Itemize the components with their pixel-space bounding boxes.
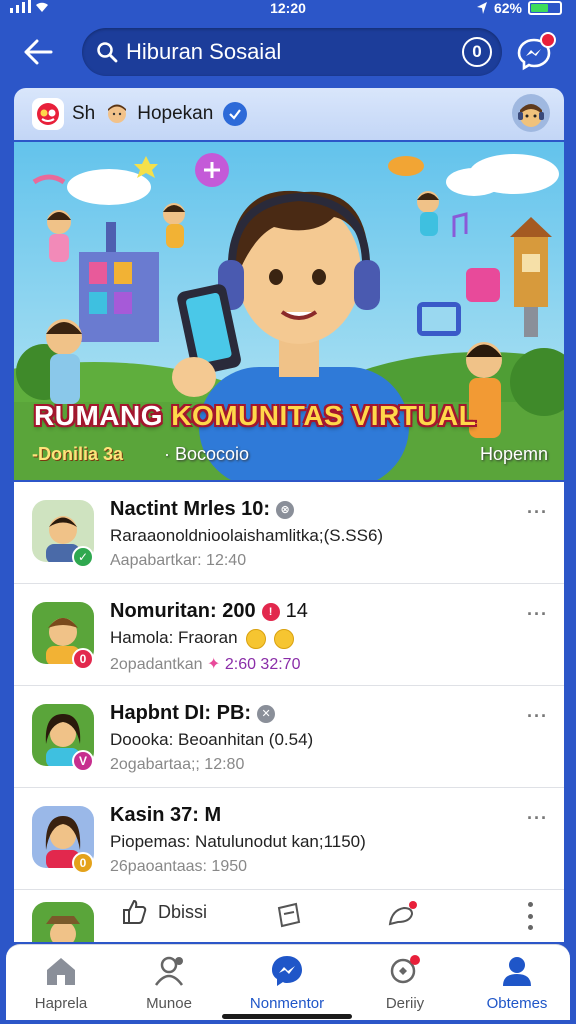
more-options-button[interactable]: ··· — [527, 706, 548, 727]
item-subtitle: Doooka: Beoanhitan (0.54) — [110, 730, 314, 749]
banner-subtitle-mid: · Bococoio — [164, 444, 250, 464]
post-actions: Dbissi — [14, 890, 564, 942]
status-badge: 0 — [72, 648, 94, 670]
search-icon — [94, 39, 120, 65]
list-item[interactable]: 0 Kasin 37: M Piopemas: Natulunodut kan;… — [14, 788, 564, 890]
item-title: Nactint Mrles 10: ⊗ — [110, 498, 295, 521]
banner-subtitle-right: Hopemn — [479, 444, 548, 464]
comment-icon — [388, 901, 417, 926]
item-timestamp: 26paoantaas: 1950 — [110, 858, 248, 875]
star-icon: ✦ — [206, 656, 221, 673]
nav-home[interactable]: Haprela — [6, 953, 116, 1017]
like-label: Dbissi — [158, 901, 208, 922]
emoji-icon — [245, 628, 266, 649]
item-subtitle: Raraaonoldnioolaishamlitka;(S.SS6) — [110, 526, 384, 545]
list-item[interactable]: 0 Nomuritan: 200! 14 Hamola: Fraoran 2opa… — [14, 584, 564, 686]
item-timestamp: 2opadantkan ✦ 2:60 32:70 — [110, 656, 301, 673]
group-short-name: Sh — [72, 103, 96, 124]
profile-avatar[interactable] — [512, 94, 550, 132]
nav-notifications[interactable]: Deriiy — [350, 953, 460, 1017]
bottom-nav: Haprela Munoe Nonmentor Deriiy Obtemes — [6, 944, 570, 1020]
more-options-button[interactable]: ··· — [527, 604, 548, 625]
status-badge: ✓ — [72, 546, 94, 568]
like-button[interactable]: Dbissi — [120, 898, 207, 926]
notification-dot — [540, 32, 556, 48]
nav-label: Obtemes — [486, 995, 548, 1012]
banner-title: RUMANG KOMUNITAS VIRTUAL — [34, 400, 477, 431]
search-query: Hiburan Sosaial — [126, 39, 282, 64]
top-bar: Hiburan Sosaial 0 — [0, 22, 576, 82]
share-icon — [277, 902, 301, 928]
share-button[interactable] — [274, 900, 304, 930]
avatar[interactable] — [32, 902, 94, 942]
status-badge: V — [72, 750, 94, 772]
more-options-button[interactable]: ··· — [527, 502, 548, 523]
alert-icon: ! — [261, 602, 280, 621]
emoji-icon — [273, 628, 294, 649]
banner-subtitle-left: -Donilia 3a — [32, 444, 124, 464]
like-icon — [123, 899, 147, 924]
battery-icon — [528, 1, 562, 15]
profile-icon — [499, 953, 535, 989]
nav-label: Nonmentor — [249, 995, 325, 1012]
location-icon — [476, 2, 487, 14]
close-icon: ✕ — [257, 704, 276, 723]
verified-icon — [223, 102, 248, 126]
list-item[interactable]: V Hapbnt DI: PB: ✕ Doooka: Beoanhitan (0.… — [14, 686, 564, 788]
battery-percent: 62% — [493, 0, 522, 16]
back-arrow-icon — [24, 39, 53, 65]
item-subtitle: Hamola: Fraoran — [110, 628, 294, 649]
people-icon — [151, 953, 187, 989]
nav-profile[interactable]: Obtemes — [462, 953, 572, 1017]
group-member-avatar — [105, 102, 129, 126]
item-title: Nomuritan: 200! 14 — [110, 600, 308, 622]
notifications-icon — [387, 953, 423, 989]
item-timestamp: 2ogabartaa;; 12:80 — [110, 756, 245, 773]
feed-list: ✓ Nactint Mrles 10: ⊗ Raraaonoldnioolaish… — [14, 482, 564, 942]
nav-label: Deriiy — [385, 995, 425, 1012]
comment-button[interactable] — [386, 900, 417, 930]
home-indicator — [222, 1014, 352, 1019]
home-icon — [43, 953, 79, 989]
nav-messenger[interactable]: Nonmentor — [232, 953, 342, 1017]
nav-label: Haprela — [34, 995, 88, 1012]
item-title: Hapbnt DI: PB: ✕ — [110, 702, 276, 725]
status-badge: 0 — [72, 852, 94, 874]
group-name: Hopekan — [137, 103, 214, 124]
nav-label: Munoe — [146, 995, 192, 1012]
nav-groups[interactable]: Munoe — [114, 953, 224, 1017]
item-timestamp: Aapabartkar: 12:40 — [110, 552, 247, 569]
back-button[interactable] — [18, 32, 58, 72]
group-header[interactable]: Sh Hopekan — [14, 88, 564, 140]
item-title: Kasin 37: M — [110, 804, 222, 826]
status-bar: 12:20 62% — [0, 0, 576, 18]
search-count-badge[interactable]: 0 — [462, 37, 492, 67]
messenger-button[interactable] — [516, 32, 556, 72]
list-item[interactable]: ✓ Nactint Mrles 10: ⊗ Raraaonoldnioolaish… — [14, 482, 564, 584]
group-logo — [32, 98, 64, 130]
chat-icon — [269, 953, 305, 989]
more-vertical-icon[interactable] — [526, 902, 534, 930]
more-options-button[interactable]: ··· — [527, 808, 548, 829]
community-banner[interactable]: RUMANG KOMUNITAS VIRTUAL -Donilia 3a · B… — [14, 142, 564, 480]
info-icon: ⊗ — [276, 500, 295, 519]
search-bar[interactable]: Hiburan Sosaial 0 — [82, 28, 502, 76]
item-subtitle: Piopemas: Natulunodut kan;1150) — [110, 832, 366, 851]
